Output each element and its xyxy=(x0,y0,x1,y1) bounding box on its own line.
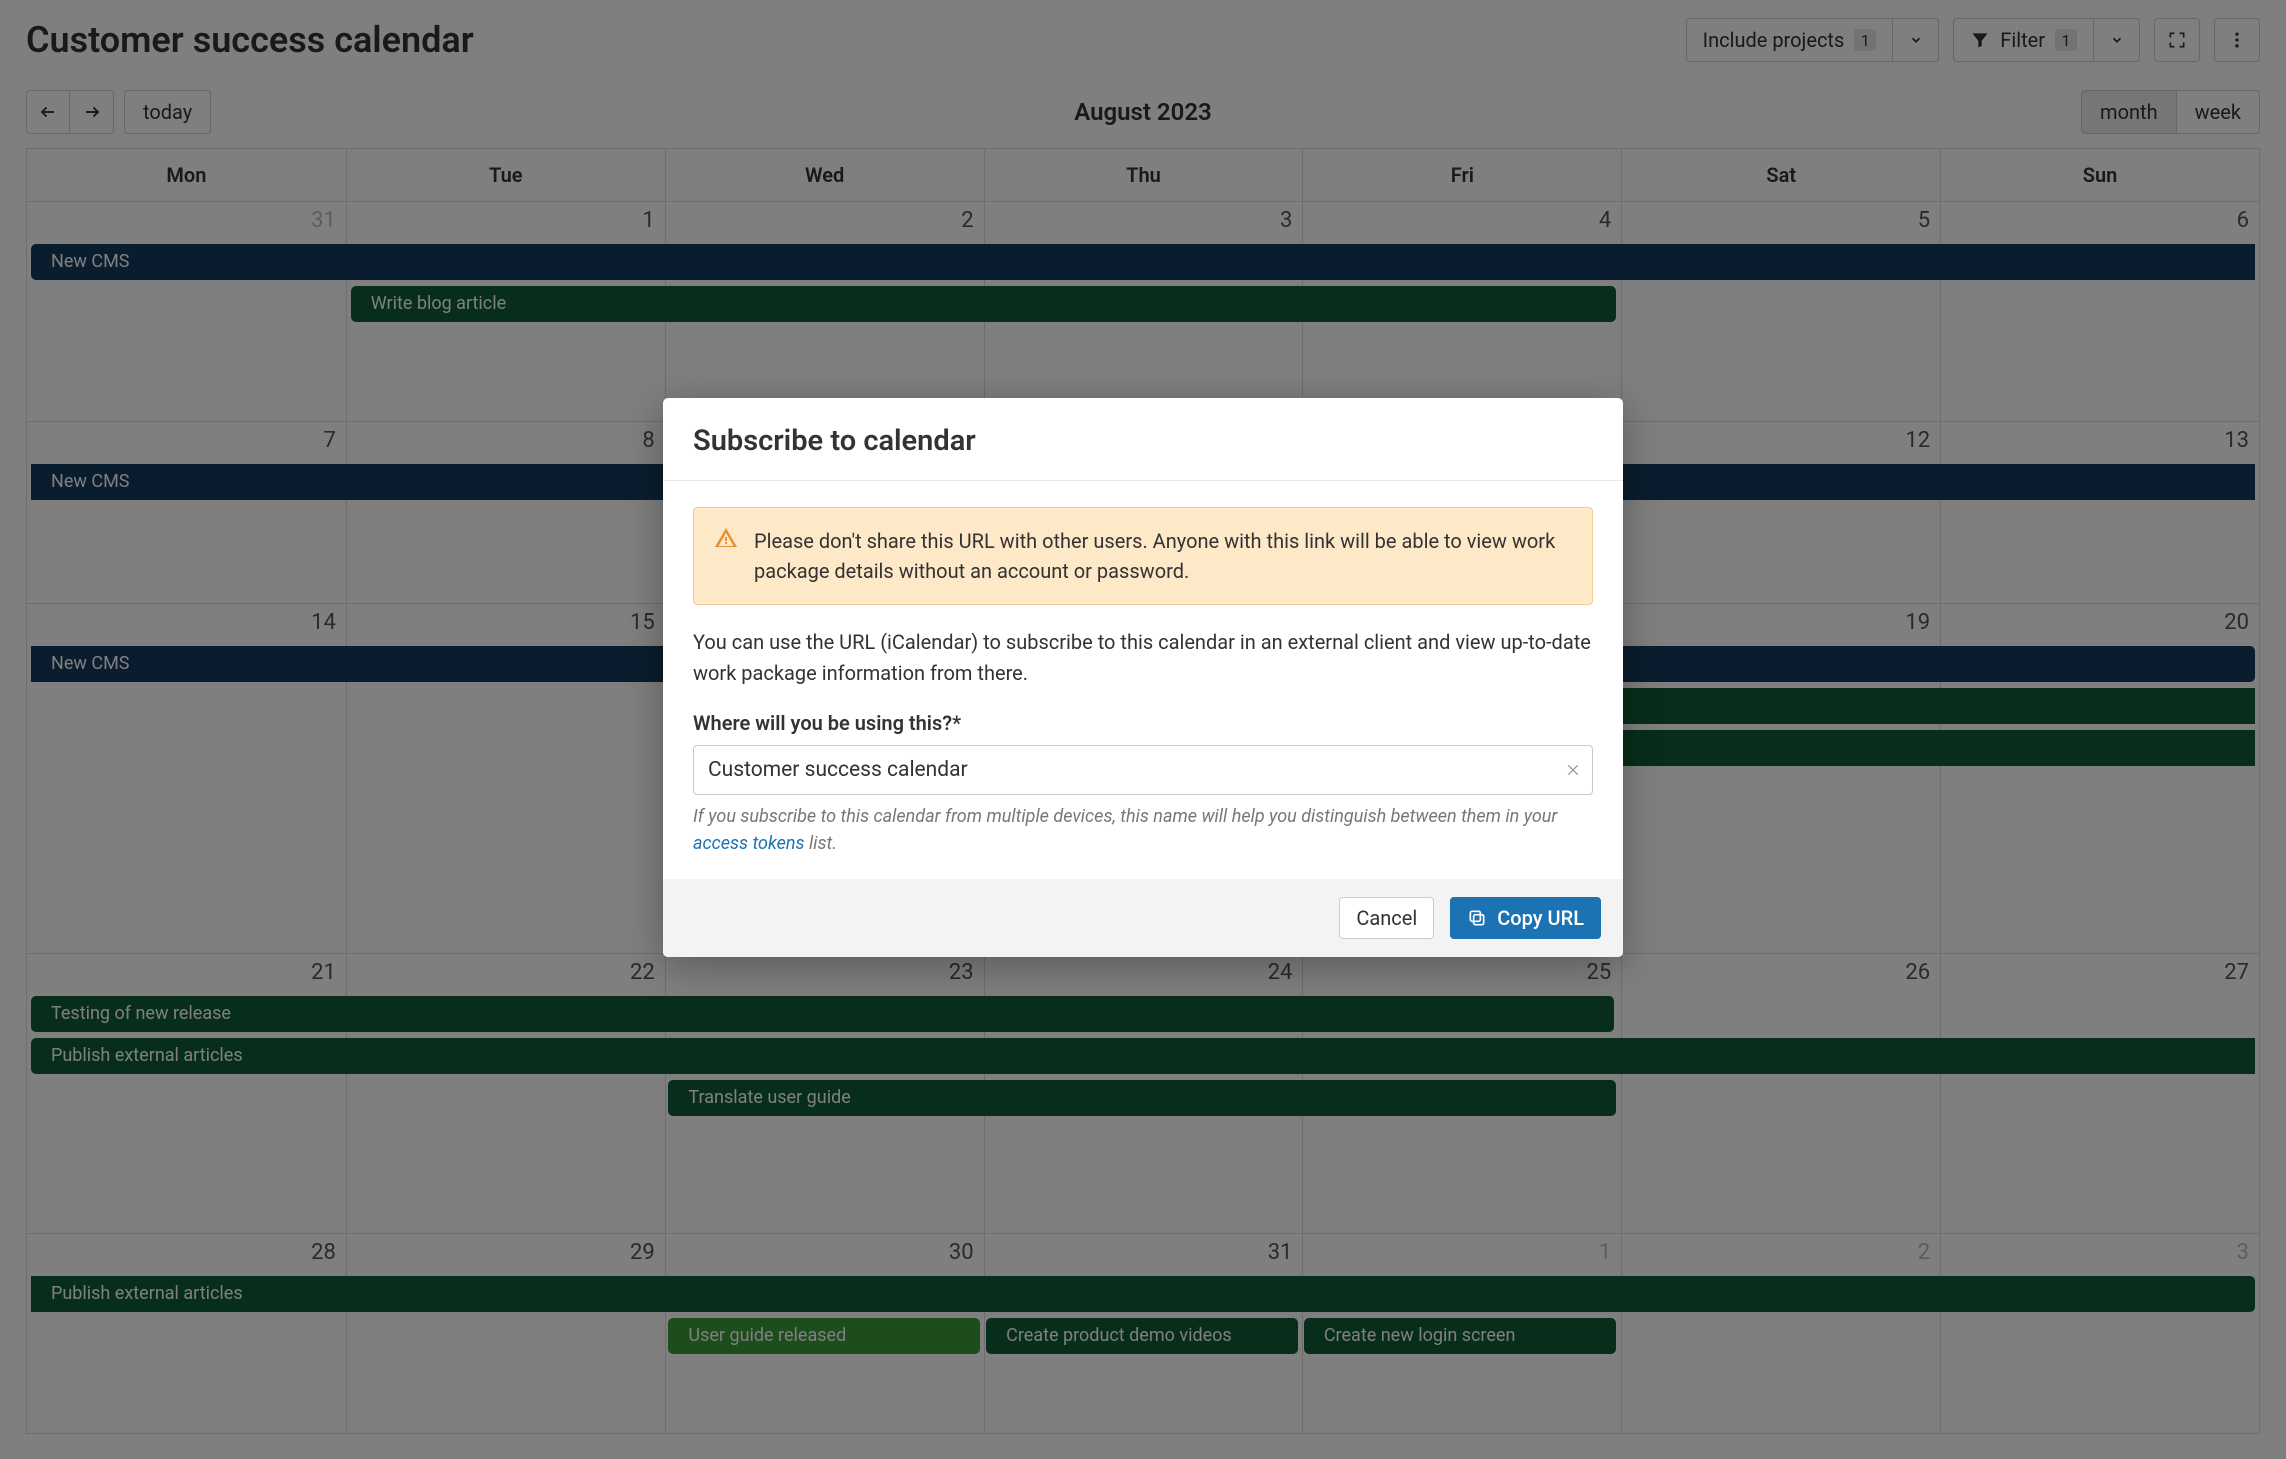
access-tokens-link[interactable]: access tokens xyxy=(693,833,805,854)
subscribe-modal: Subscribe to calendar Please don't share… xyxy=(663,398,1623,957)
close-icon xyxy=(1565,762,1581,778)
warning-text: Please don't share this URL with other u… xyxy=(754,526,1572,586)
modal-description: You can use the URL (iCalendar) to subsc… xyxy=(693,627,1593,689)
cancel-button[interactable]: Cancel xyxy=(1339,897,1434,939)
copy-url-label: Copy URL xyxy=(1497,906,1584,930)
name-input[interactable] xyxy=(693,745,1593,795)
copy-url-button[interactable]: Copy URL xyxy=(1450,897,1601,939)
modal-title: Subscribe to calendar xyxy=(693,424,1593,458)
clear-input-button[interactable] xyxy=(1565,762,1581,778)
warning-alert: Please don't share this URL with other u… xyxy=(693,507,1593,605)
field-hint: If you subscribe to this calendar from m… xyxy=(693,803,1593,857)
name-field-label: Where will you be using this?* xyxy=(693,711,1593,735)
warning-icon xyxy=(714,526,738,586)
copy-icon xyxy=(1467,908,1487,928)
